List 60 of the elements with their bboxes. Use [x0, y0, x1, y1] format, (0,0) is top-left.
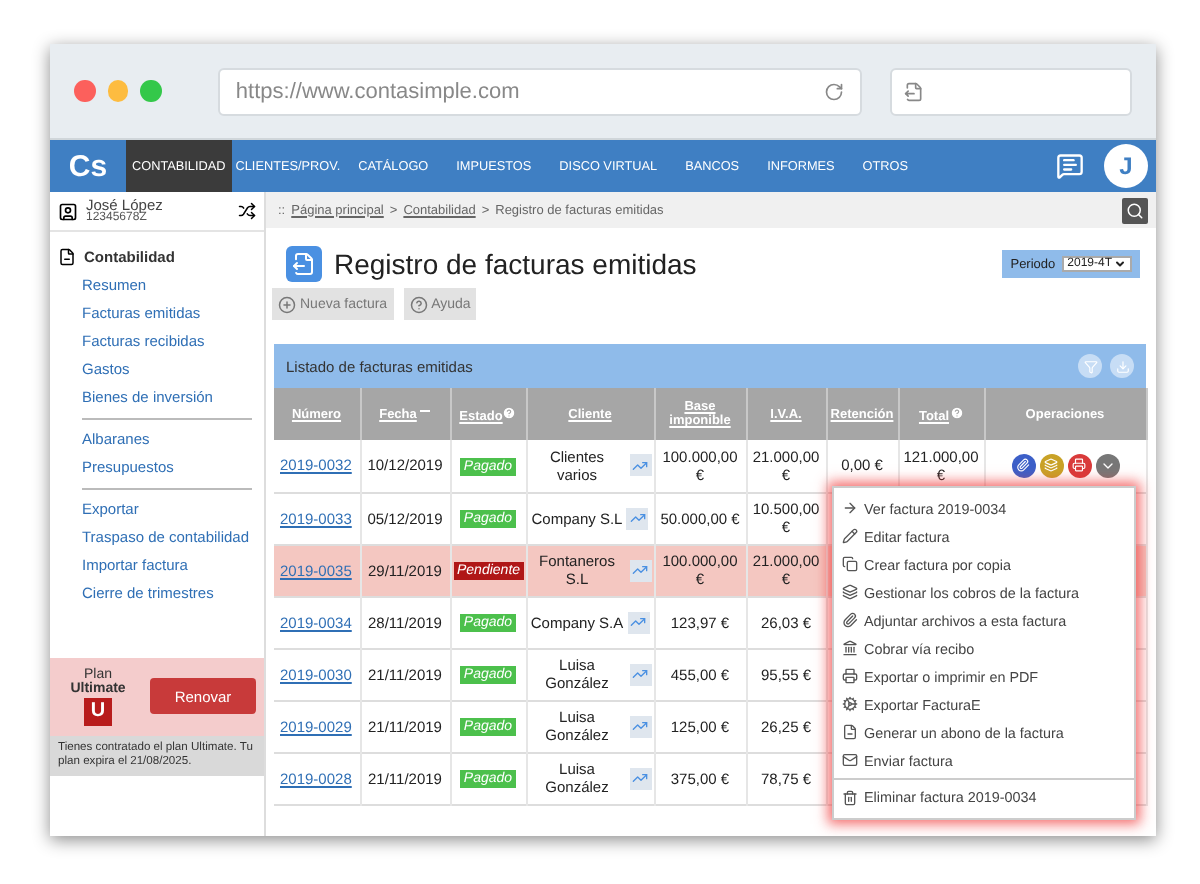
shuffle-icon[interactable] [238, 202, 256, 220]
paperclip-icon [1016, 458, 1030, 473]
print-button[interactable] [1067, 453, 1091, 478]
stack-icon [1044, 458, 1058, 473]
chart-button[interactable] [629, 663, 651, 685]
dropdown-icon [1114, 258, 1126, 270]
page-title: Registro de facturas emitidas [334, 248, 697, 280]
bank-icon [842, 640, 858, 656]
chart-button[interactable] [629, 767, 651, 789]
help-icon [409, 295, 428, 313]
chart-icon [630, 614, 647, 630]
chart-button[interactable] [626, 507, 649, 529]
chart-button[interactable] [629, 559, 651, 581]
chart-icon [629, 510, 646, 526]
chart-icon [632, 457, 648, 474]
more-button[interactable] [1095, 453, 1119, 478]
envelope-icon [842, 752, 858, 768]
download-button[interactable] [1110, 354, 1134, 378]
chart-icon [632, 770, 648, 786]
address-field[interactable]: https://www.contasimple.com [217, 67, 862, 115]
search-icon [1126, 201, 1144, 219]
stack-icon [842, 584, 858, 600]
filter-button[interactable] [1078, 354, 1102, 378]
payments-button[interactable] [1039, 453, 1063, 478]
avatar[interactable]: J [1104, 144, 1148, 188]
page-icon [903, 81, 924, 101]
arrow-icon [842, 500, 858, 516]
chart-button[interactable] [627, 611, 650, 633]
download-icon [1115, 359, 1129, 373]
browser-field[interactable] [889, 67, 1132, 115]
trash-icon [842, 789, 858, 805]
document-icon [842, 724, 858, 740]
plan-badge: U [84, 697, 112, 726]
chart-icon [632, 666, 648, 682]
document-arrow-icon [292, 252, 316, 276]
pencil-icon [842, 528, 858, 544]
plus-icon [278, 295, 296, 313]
chart-button[interactable] [629, 715, 651, 737]
attach-button[interactable] [1011, 453, 1035, 478]
search-button[interactable] [1122, 197, 1148, 223]
chart-icon [632, 562, 648, 578]
printer-icon [1072, 458, 1086, 473]
printer-icon [842, 668, 858, 684]
gear-icon [842, 696, 858, 712]
paperclip-icon [842, 612, 858, 628]
minimize-dot-icon [107, 80, 129, 102]
chart-button[interactable] [629, 454, 651, 477]
help-icon[interactable] [1056, 152, 1084, 180]
help-icon [502, 405, 517, 419]
help-icon [949, 405, 964, 419]
user-icon [58, 201, 78, 221]
document-icon [58, 248, 76, 266]
filter-icon [1083, 359, 1097, 373]
reload-icon[interactable] [823, 81, 844, 101]
maximize-dot-icon [140, 80, 162, 102]
logo: Cs [66, 149, 110, 183]
sort-icon [420, 407, 431, 417]
chart-icon [632, 718, 648, 734]
copy-icon [842, 556, 858, 572]
close-dot-icon [74, 80, 96, 102]
